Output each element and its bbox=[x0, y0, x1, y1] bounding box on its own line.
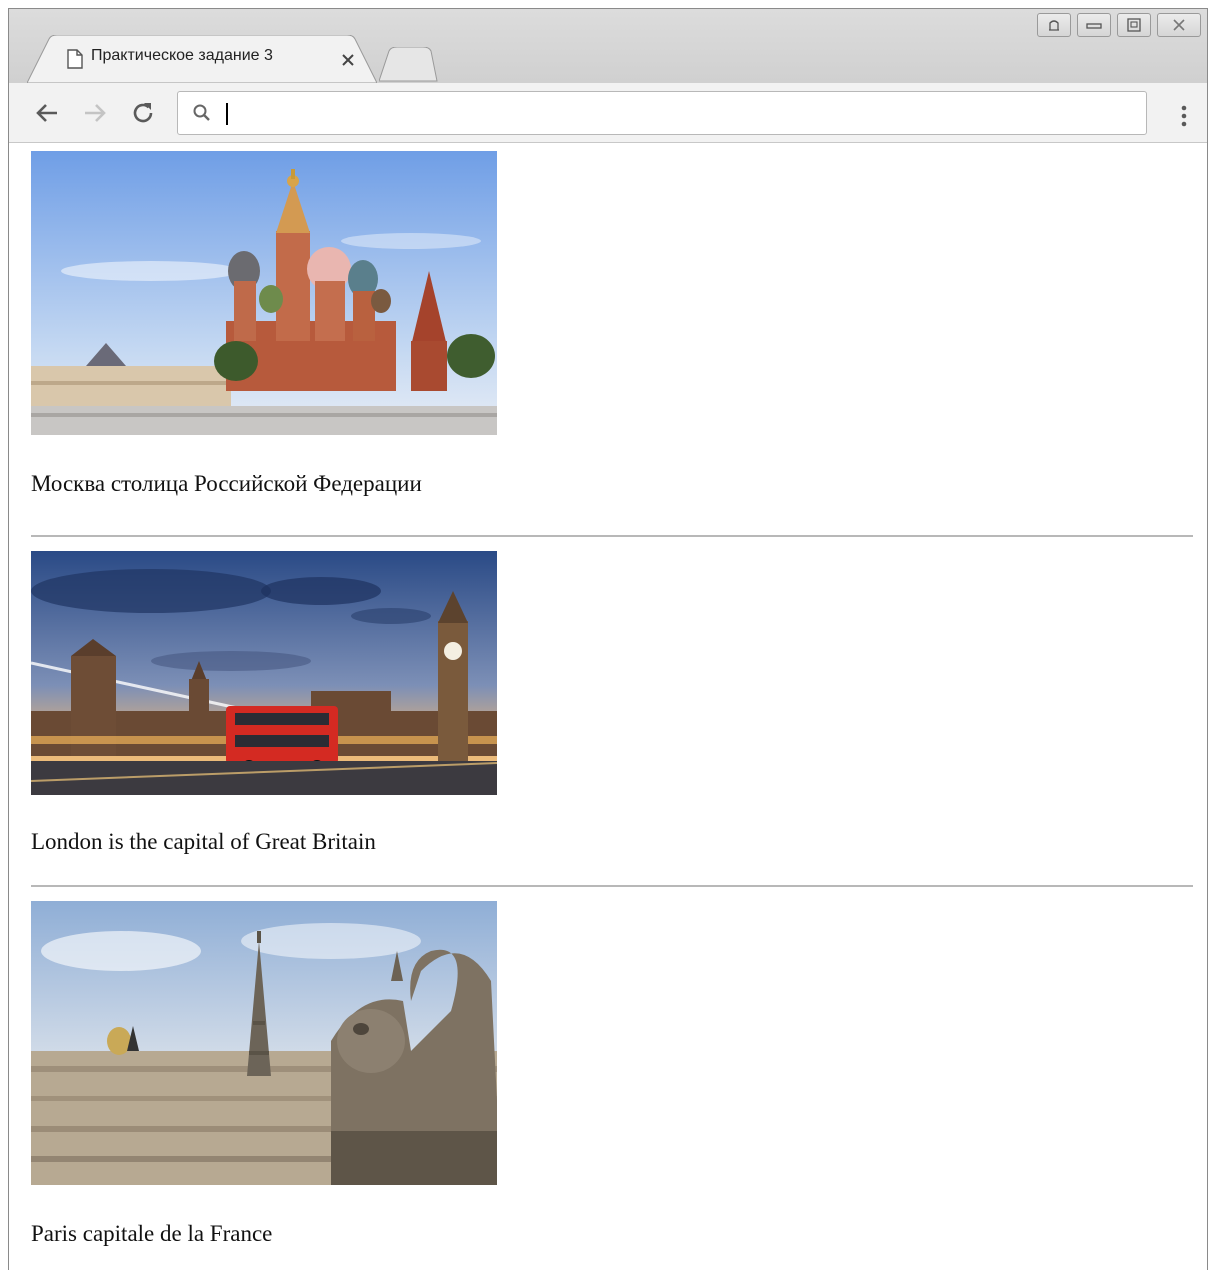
horizontal-rule bbox=[31, 885, 1193, 887]
user-icon bbox=[1049, 20, 1059, 31]
maximize-button[interactable] bbox=[1117, 13, 1151, 37]
moscow-photo bbox=[31, 151, 497, 435]
browser-toolbar bbox=[9, 83, 1207, 143]
horizontal-rule bbox=[31, 535, 1193, 537]
page-icon bbox=[67, 49, 83, 69]
paris-photo bbox=[31, 901, 497, 1185]
caption-moscow: Москва столица Российской Федерации bbox=[31, 471, 422, 496]
caption-paris: Paris capitale de la France bbox=[31, 1221, 273, 1246]
kebab-menu-icon[interactable] bbox=[1181, 105, 1187, 127]
new-tab-button[interactable] bbox=[379, 47, 439, 83]
tab-title: Практическое задание 3 bbox=[91, 47, 273, 64]
address-input[interactable] bbox=[224, 98, 1128, 130]
close-window-button[interactable] bbox=[1157, 13, 1201, 37]
maximize-icon bbox=[1127, 18, 1141, 32]
address-bar[interactable] bbox=[177, 91, 1147, 135]
browser-tab[interactable]: Практическое задание 3 bbox=[27, 35, 377, 83]
search-icon bbox=[193, 104, 210, 121]
arrow-right-icon[interactable] bbox=[81, 99, 109, 127]
minimize-icon bbox=[1086, 23, 1102, 29]
reload-icon[interactable] bbox=[129, 99, 157, 127]
close-icon[interactable] bbox=[341, 53, 355, 67]
title-bar: Практическое задание 3 bbox=[9, 9, 1207, 83]
text-caret bbox=[226, 103, 228, 125]
minimize-button[interactable] bbox=[1077, 13, 1111, 37]
browser-window: Практическое задание 3 Москва столица Ро… bbox=[8, 8, 1208, 1270]
london-photo bbox=[31, 551, 497, 795]
user-button[interactable] bbox=[1037, 13, 1071, 37]
arrow-left-icon[interactable] bbox=[33, 99, 61, 127]
window-controls bbox=[1037, 13, 1201, 41]
close-window-icon bbox=[1173, 19, 1185, 31]
caption-london: London is the capital of Great Britain bbox=[31, 829, 376, 854]
